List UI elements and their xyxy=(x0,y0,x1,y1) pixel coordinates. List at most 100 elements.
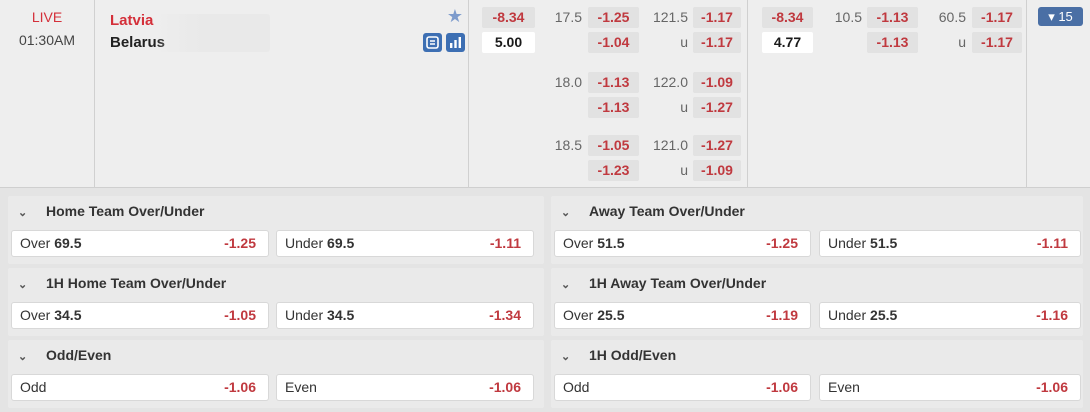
over-odds[interactable]: -1.17 xyxy=(693,7,741,28)
over-under-line: 122.0 xyxy=(652,74,688,90)
firsthalf-handicap-line: 10.5 xyxy=(834,9,862,25)
home-team-name[interactable]: Latvia xyxy=(110,12,153,29)
blurred-area xyxy=(155,14,270,52)
under-odds[interactable]: -1.17 xyxy=(693,32,741,53)
selection-odds: -1.06 xyxy=(224,379,256,395)
match-row: LIVE 01:30AM Latvia Belarus ★ -8.34 5.00… xyxy=(0,0,1090,188)
more-markets-button[interactable]: ▾ 15 xyxy=(1038,7,1083,26)
selection-name: Over 51.5 xyxy=(563,235,625,251)
chevron-down-icon[interactable]: ⌄ xyxy=(18,342,32,372)
chevron-down-icon[interactable]: ⌄ xyxy=(561,270,575,300)
selection-odds: -1.06 xyxy=(1036,379,1068,395)
selection-name: Under 34.5 xyxy=(285,307,355,323)
selection-odds: -1.05 xyxy=(224,307,256,323)
fulltime-away-price[interactable]: 5.00 xyxy=(482,32,535,53)
chevron-down-icon[interactable]: ⌄ xyxy=(561,342,575,372)
market-title: 1H Odd/Even xyxy=(589,347,677,363)
over-under-line: 121.5 xyxy=(652,9,688,25)
firsthalf-away-price[interactable]: 4.77 xyxy=(762,32,813,53)
selection-odds: -1.11 xyxy=(1036,235,1068,251)
handicap-line: 17.5 xyxy=(554,9,582,25)
divider xyxy=(94,0,95,188)
selection-odds: -1.16 xyxy=(1036,307,1068,323)
market-header[interactable]: ⌄ 1H Away Team Over/Under xyxy=(561,268,766,298)
selection-odd[interactable]: Odd -1.06 xyxy=(11,374,269,401)
selection-odds: -1.19 xyxy=(766,307,798,323)
market-title: 1H Away Team Over/Under xyxy=(589,275,767,291)
handicap-odds[interactable]: -1.13 xyxy=(588,97,639,118)
divider xyxy=(747,0,748,188)
handicap-odds[interactable]: -1.23 xyxy=(588,160,639,181)
handicap-odds[interactable]: -1.25 xyxy=(588,7,639,28)
selection-name: Over 25.5 xyxy=(563,307,625,323)
under-label: u xyxy=(680,162,688,178)
selection-odd[interactable]: Odd -1.06 xyxy=(554,374,811,401)
selection-name: Even xyxy=(828,379,860,395)
firsthalf-under-odds[interactable]: -1.17 xyxy=(972,32,1022,53)
over-odds[interactable]: -1.27 xyxy=(693,135,741,156)
selection-under[interactable]: Under 69.5 -1.11 xyxy=(276,230,534,257)
selection-under[interactable]: Under 34.5 -1.34 xyxy=(276,302,534,329)
market-panel: ⌄ 1H Home Team Over/Under Over 34.5 -1.05 … xyxy=(8,268,544,336)
live-stream-icon[interactable] xyxy=(423,33,442,52)
chevron-down-icon[interactable]: ⌄ xyxy=(561,198,575,228)
selection-even[interactable]: Even -1.06 xyxy=(276,374,534,401)
firsthalf-home-price[interactable]: -8.34 xyxy=(762,7,813,28)
selection-under[interactable]: Under 25.5 -1.16 xyxy=(819,302,1081,329)
market-title: Home Team Over/Under xyxy=(46,203,205,219)
selection-name: Over 34.5 xyxy=(20,307,82,323)
chevron-down-icon[interactable]: ⌄ xyxy=(18,198,32,228)
selection-odds: -1.06 xyxy=(766,379,798,395)
divider xyxy=(1026,0,1027,188)
selection-odds: -1.34 xyxy=(489,307,521,323)
firsthalf-over-odds[interactable]: -1.17 xyxy=(972,7,1022,28)
selection-name: Under 51.5 xyxy=(828,235,898,251)
selection-over[interactable]: Over 25.5 -1.19 xyxy=(554,302,811,329)
selection-odds: -1.11 xyxy=(489,235,521,251)
selection-under[interactable]: Under 51.5 -1.11 xyxy=(819,230,1081,257)
handicap-odds[interactable]: -1.05 xyxy=(588,135,639,156)
selection-name: Under 69.5 xyxy=(285,235,355,251)
match-time: 01:30AM xyxy=(18,32,76,48)
selection-over[interactable]: Over 69.5 -1.25 xyxy=(11,230,269,257)
statistics-icon[interactable] xyxy=(446,33,465,52)
market-title: Odd/Even xyxy=(46,347,112,363)
market-header[interactable]: ⌄ 1H Home Team Over/Under xyxy=(18,268,226,298)
market-panel: ⌄ Away Team Over/Under Over 51.5 -1.25 Und… xyxy=(551,196,1083,264)
market-header[interactable]: ⌄ Home Team Over/Under xyxy=(18,196,204,226)
selection-even[interactable]: Even -1.06 xyxy=(819,374,1081,401)
under-label: u xyxy=(958,34,966,50)
market-header[interactable]: ⌄ 1H Odd/Even xyxy=(561,340,676,370)
firsthalf-over-under-line: 60.5 xyxy=(938,9,966,25)
market-header[interactable]: ⌄ Odd/Even xyxy=(18,340,111,370)
over-odds[interactable]: -1.09 xyxy=(693,72,741,93)
under-label: u xyxy=(680,34,688,50)
star-icon[interactable]: ★ xyxy=(446,7,464,25)
divider xyxy=(468,0,469,188)
chevron-down-icon[interactable]: ⌄ xyxy=(18,270,32,300)
selection-name: Odd xyxy=(563,379,590,395)
selection-over[interactable]: Over 34.5 -1.05 xyxy=(11,302,269,329)
handicap-line: 18.0 xyxy=(554,74,582,90)
selection-odds: -1.25 xyxy=(224,235,256,251)
market-panel: ⌄ 1H Away Team Over/Under Over 25.5 -1.19 … xyxy=(551,268,1083,336)
live-status: LIVE xyxy=(31,9,63,25)
handicap-odds[interactable]: -1.04 xyxy=(588,32,639,53)
selection-odds: -1.06 xyxy=(489,379,521,395)
selection-over[interactable]: Over 51.5 -1.25 xyxy=(554,230,811,257)
under-odds[interactable]: -1.09 xyxy=(693,160,741,181)
selection-name: Over 69.5 xyxy=(20,235,82,251)
under-odds[interactable]: -1.27 xyxy=(693,97,741,118)
market-panel: ⌄ Home Team Over/Under Over 69.5 -1.25 Und… xyxy=(8,196,544,264)
fulltime-home-price[interactable]: -8.34 xyxy=(482,7,535,28)
market-header[interactable]: ⌄ Away Team Over/Under xyxy=(561,196,745,226)
firsthalf-handicap-odds[interactable]: -1.13 xyxy=(867,32,918,53)
handicap-odds[interactable]: -1.13 xyxy=(588,72,639,93)
over-under-line: 121.0 xyxy=(652,137,688,153)
market-title: Away Team Over/Under xyxy=(589,203,745,219)
selection-name: Under 25.5 xyxy=(828,307,898,323)
firsthalf-handicap-odds[interactable]: -1.13 xyxy=(867,7,918,28)
selection-name: Even xyxy=(285,379,317,395)
selection-name: Odd xyxy=(20,379,47,395)
handicap-line: 18.5 xyxy=(554,137,582,153)
